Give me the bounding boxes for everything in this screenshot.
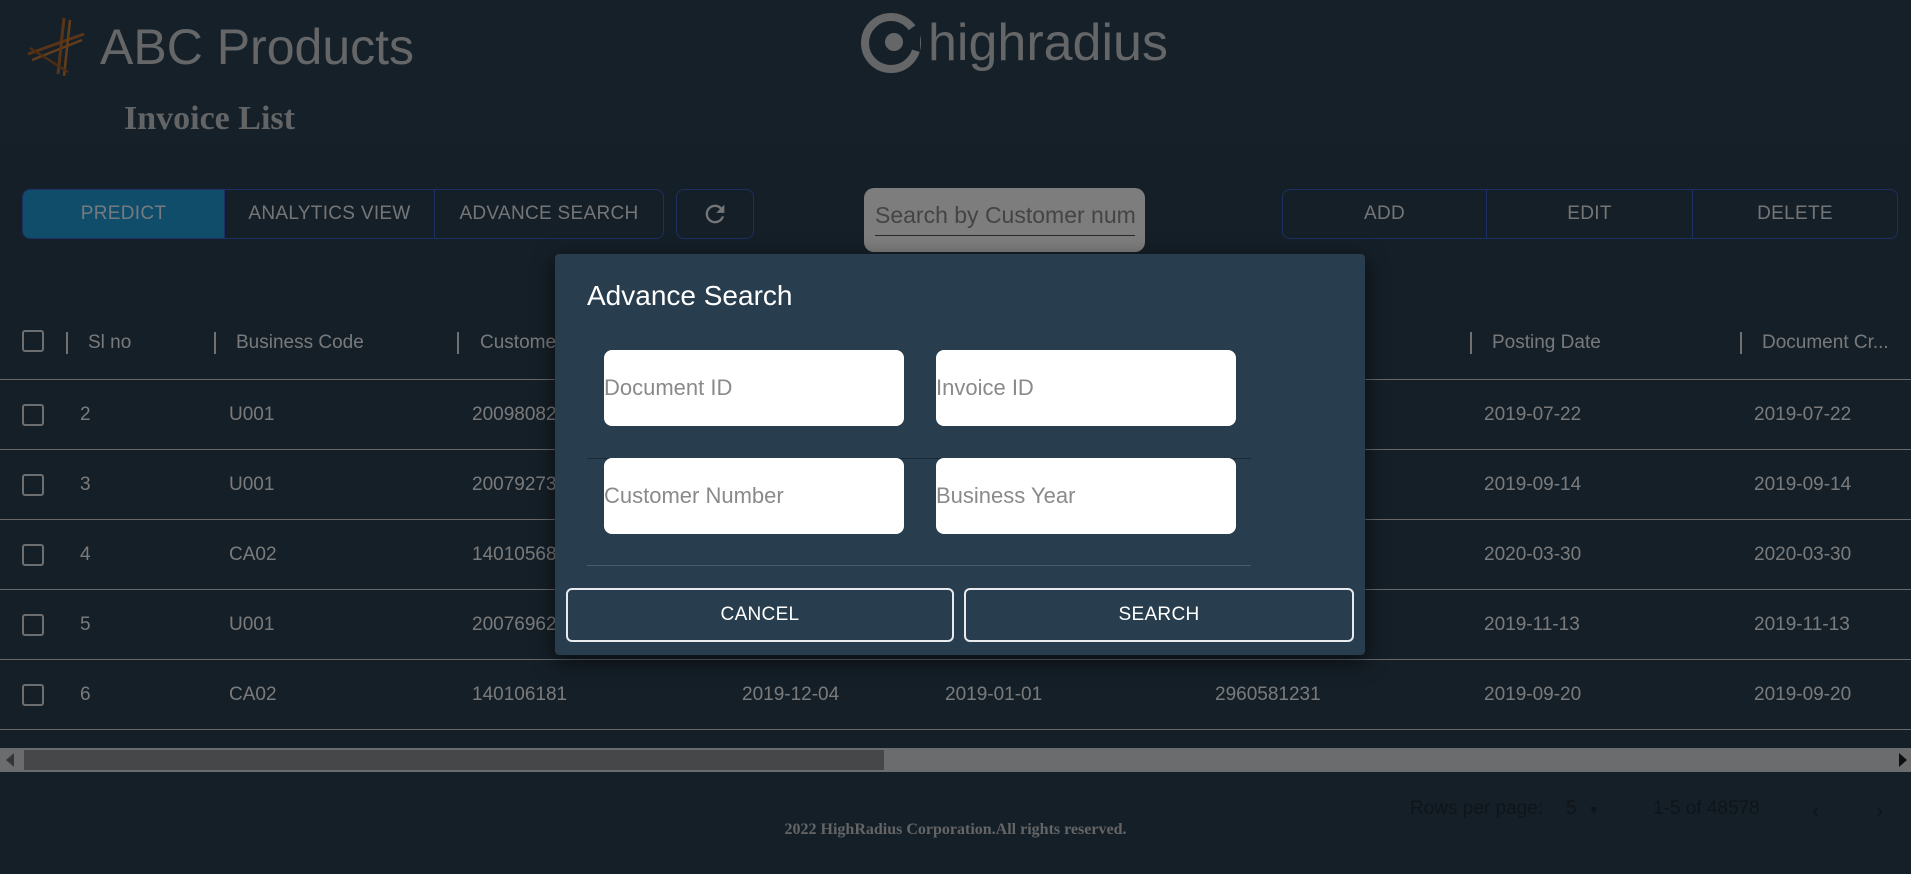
invoice-dashboard: ABC Products highradius Invoice List PRE… bbox=[0, 0, 1911, 874]
business-year-field bbox=[936, 458, 1236, 534]
document-id-field bbox=[604, 350, 904, 426]
business-year-input[interactable] bbox=[936, 458, 1236, 534]
document-id-input[interactable] bbox=[604, 350, 904, 426]
cancel-button[interactable]: CANCEL bbox=[566, 588, 954, 642]
advance-search-dialog: Advance Search CANCEL SEARCH bbox=[555, 254, 1365, 655]
invoice-id-input[interactable] bbox=[936, 350, 1236, 426]
search-fields-panel bbox=[587, 350, 1251, 566]
customer-number-input[interactable] bbox=[604, 458, 904, 534]
dialog-title: Advance Search bbox=[587, 280, 793, 311]
invoice-id-field bbox=[936, 350, 1236, 426]
search-button[interactable]: SEARCH bbox=[964, 588, 1354, 642]
customer-number-field bbox=[604, 458, 904, 534]
